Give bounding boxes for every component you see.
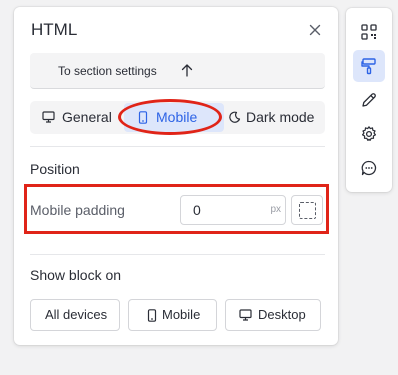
tab-general-label: General — [62, 109, 112, 125]
desktop-label: Desktop — [258, 307, 306, 322]
divider — [30, 146, 325, 147]
smartphone-icon — [147, 309, 157, 322]
close-icon — [309, 24, 321, 36]
section-settings-label: To section settings — [58, 64, 157, 78]
chat-bubble-icon — [361, 160, 377, 176]
mobile-button[interactable]: Mobile — [128, 299, 217, 331]
side-toolbar — [346, 8, 392, 192]
tab-dark-mode[interactable]: Dark mode — [226, 103, 325, 132]
padding-sides-toggle[interactable] — [291, 195, 323, 225]
panel-title: HTML — [31, 20, 78, 39]
edit-button[interactable] — [353, 84, 385, 116]
monitor-icon — [42, 111, 55, 123]
monitor-icon — [239, 309, 252, 321]
gear-icon — [362, 126, 376, 141]
all-devices-label: All devices — [45, 307, 108, 322]
tab-mobile-label: Mobile — [156, 109, 198, 125]
pencil-icon — [362, 93, 376, 107]
device-tabs: General Mobile Dark mode — [30, 101, 325, 134]
panel-header: HTML — [14, 7, 338, 53]
qr-code-icon — [361, 24, 377, 40]
comments-button[interactable] — [353, 152, 385, 184]
padding-unit: px — [270, 204, 281, 215]
mobile-padding-input[interactable] — [193, 201, 253, 219]
arrow-up-icon — [181, 64, 193, 77]
settings-button[interactable] — [353, 118, 385, 150]
mobile-padding-label: Mobile padding — [30, 202, 125, 218]
smartphone-icon — [138, 111, 148, 124]
close-button[interactable] — [306, 21, 324, 39]
tab-dark-mode-label: Dark mode — [246, 109, 315, 125]
all-devices-button[interactable]: All devices — [30, 299, 120, 331]
desktop-button[interactable]: Desktop — [225, 299, 321, 331]
settings-panel: HTML To section settings General Mobile — [14, 7, 338, 345]
tab-general[interactable]: General — [30, 103, 122, 132]
mobile-padding-field[interactable]: px — [180, 195, 286, 225]
show-block-heading: Show block on — [30, 267, 122, 283]
dashed-square-icon — [299, 202, 316, 219]
position-heading: Position — [30, 161, 80, 177]
to-section-settings-button[interactable]: To section settings — [30, 53, 325, 89]
moon-icon — [229, 111, 241, 123]
divider — [30, 254, 325, 255]
qr-code-button[interactable] — [353, 16, 385, 48]
style-button[interactable] — [353, 50, 385, 82]
paint-roller-icon — [361, 58, 376, 75]
mobile-label: Mobile — [162, 307, 201, 322]
tab-mobile[interactable]: Mobile — [124, 103, 224, 132]
